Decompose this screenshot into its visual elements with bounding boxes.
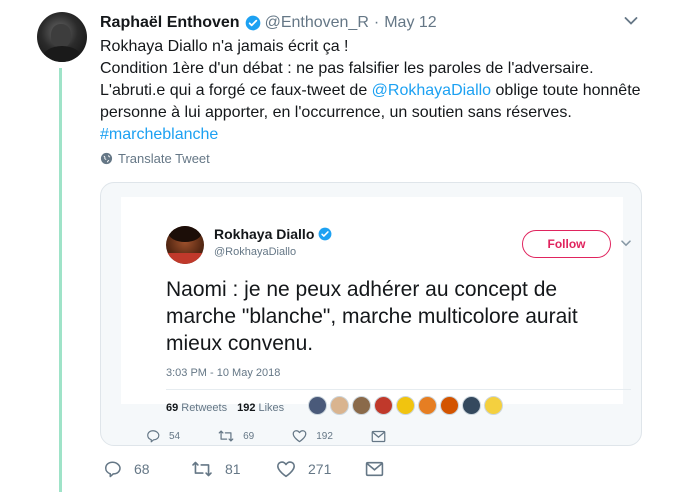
embedded-like-action: 192 xyxy=(292,429,333,443)
embedded-action-bar: 54 69 192 xyxy=(146,429,433,443)
embedded-author-avatar xyxy=(166,226,204,264)
author-name[interactable]: Raphaël Enthoven xyxy=(100,14,240,32)
tweet-text-line: personne à lui apporter, en l'occurrence… xyxy=(100,104,572,121)
embedded-timestamp: 3:03 PM - 10 May 2018 xyxy=(166,367,281,379)
reply-button[interactable]: 68 xyxy=(103,460,191,478)
embedded-tweet-text: Naomi : je ne peux adhérer au concept de… xyxy=(166,276,626,357)
liker-avatar xyxy=(308,396,327,415)
tweet-header: Raphaël Enthoven @Enthoven_R · May 12 xyxy=(100,12,437,34)
verified-badge-icon xyxy=(245,15,260,31)
embedded-likes-label: Likes xyxy=(258,402,285,414)
embedded-retweets-count: 69 xyxy=(166,402,179,414)
heart-icon xyxy=(292,430,307,443)
tweet-date[interactable]: May 12 xyxy=(384,14,436,32)
avatar-face xyxy=(51,24,71,48)
liker-avatar xyxy=(352,396,371,415)
embedded-like-count: 192 xyxy=(316,430,333,442)
heart-icon xyxy=(277,461,295,478)
embedded-retweet-count: 69 xyxy=(243,430,255,442)
liker-avatars xyxy=(308,396,506,415)
liker-avatar xyxy=(462,396,481,415)
tweet-text-line: Rokhaya Diallo n'a jamais écrit ça ! xyxy=(100,38,349,55)
divider xyxy=(166,389,631,390)
embedded-retweets-label: Retweets xyxy=(181,402,228,414)
retweet-icon xyxy=(192,461,212,477)
translate-label: Translate Tweet xyxy=(118,151,210,166)
like-count: 271 xyxy=(308,461,332,477)
tweet-text: Rokhaya Diallo n'a jamais écrit ça ! Con… xyxy=(100,36,641,146)
tweet-action-bar: 68 81 271 xyxy=(103,460,396,478)
envelope-icon xyxy=(365,461,384,477)
tweet-text-segment: oblige toute honnête xyxy=(491,82,641,99)
liker-avatar xyxy=(418,396,437,415)
embedded-retweet-action: 69 xyxy=(218,429,254,443)
reply-icon xyxy=(147,430,160,443)
thread-line xyxy=(59,68,62,492)
embedded-message-action xyxy=(371,430,395,443)
liker-avatar xyxy=(330,396,349,415)
direct-message-button[interactable] xyxy=(365,461,396,477)
embedded-stats: 69 Retweets 192 Likes xyxy=(166,402,284,414)
embedded-reply-action: 54 xyxy=(146,429,180,443)
avatar-hair xyxy=(168,226,202,242)
hashtag-link[interactable]: #marcheblanche xyxy=(100,124,620,146)
liker-avatar xyxy=(484,396,503,415)
embedded-reply-count: 54 xyxy=(169,430,181,442)
verified-badge-icon xyxy=(318,227,332,241)
embedded-author-handle: @RokhayaDiallo xyxy=(214,246,297,258)
tweet-text-line: L'abruti.e qui a forgé ce faux-tweet de … xyxy=(100,80,641,102)
embedded-likes-count: 192 xyxy=(237,402,256,414)
embedded-text-line: mieux convenu. xyxy=(166,332,314,355)
tweet-text-line: Condition 1ère d'un débat : ne pas falsi… xyxy=(100,60,594,77)
reply-icon xyxy=(105,461,121,478)
liker-avatar xyxy=(396,396,415,415)
liker-avatar xyxy=(440,396,459,415)
follow-button: Follow xyxy=(522,230,611,258)
embedded-screenshot: Rokhaya Diallo @RokhayaDiallo Follow Nao… xyxy=(121,197,631,415)
retweet-count: 81 xyxy=(225,461,241,477)
embedded-text-line: Naomi : je ne peux adhérer au concept de xyxy=(166,278,558,301)
chevron-down-icon xyxy=(621,240,631,247)
author-handle[interactable]: @Enthoven_R xyxy=(265,14,369,32)
retweet-button[interactable]: 81 xyxy=(191,460,276,478)
embedded-text-line: marche "blanche", marche multicolore aur… xyxy=(166,305,578,328)
envelope-icon xyxy=(371,430,386,442)
author-avatar[interactable] xyxy=(37,12,87,62)
separator-dot: · xyxy=(373,14,380,31)
chevron-down-icon[interactable] xyxy=(624,16,638,26)
like-button[interactable]: 271 xyxy=(276,460,365,478)
mention-link[interactable]: @RokhayaDiallo xyxy=(372,82,491,99)
tweet-text-segment: L'abruti.e qui a forgé ce faux-tweet de xyxy=(100,82,372,99)
retweet-icon xyxy=(218,430,234,442)
embedded-tweet-card[interactable]: Rokhaya Diallo @RokhayaDiallo Follow Nao… xyxy=(100,182,642,446)
avatar-top xyxy=(166,253,204,264)
embedded-author-name: Rokhaya Diallo xyxy=(214,226,336,242)
translate-tweet-link[interactable]: Translate Tweet xyxy=(100,151,210,166)
globe-icon xyxy=(100,152,113,165)
avatar-body xyxy=(43,46,81,62)
embedded-author-name-text: Rokhaya Diallo xyxy=(214,226,315,242)
reply-count: 68 xyxy=(134,461,150,477)
liker-avatar xyxy=(374,396,393,415)
